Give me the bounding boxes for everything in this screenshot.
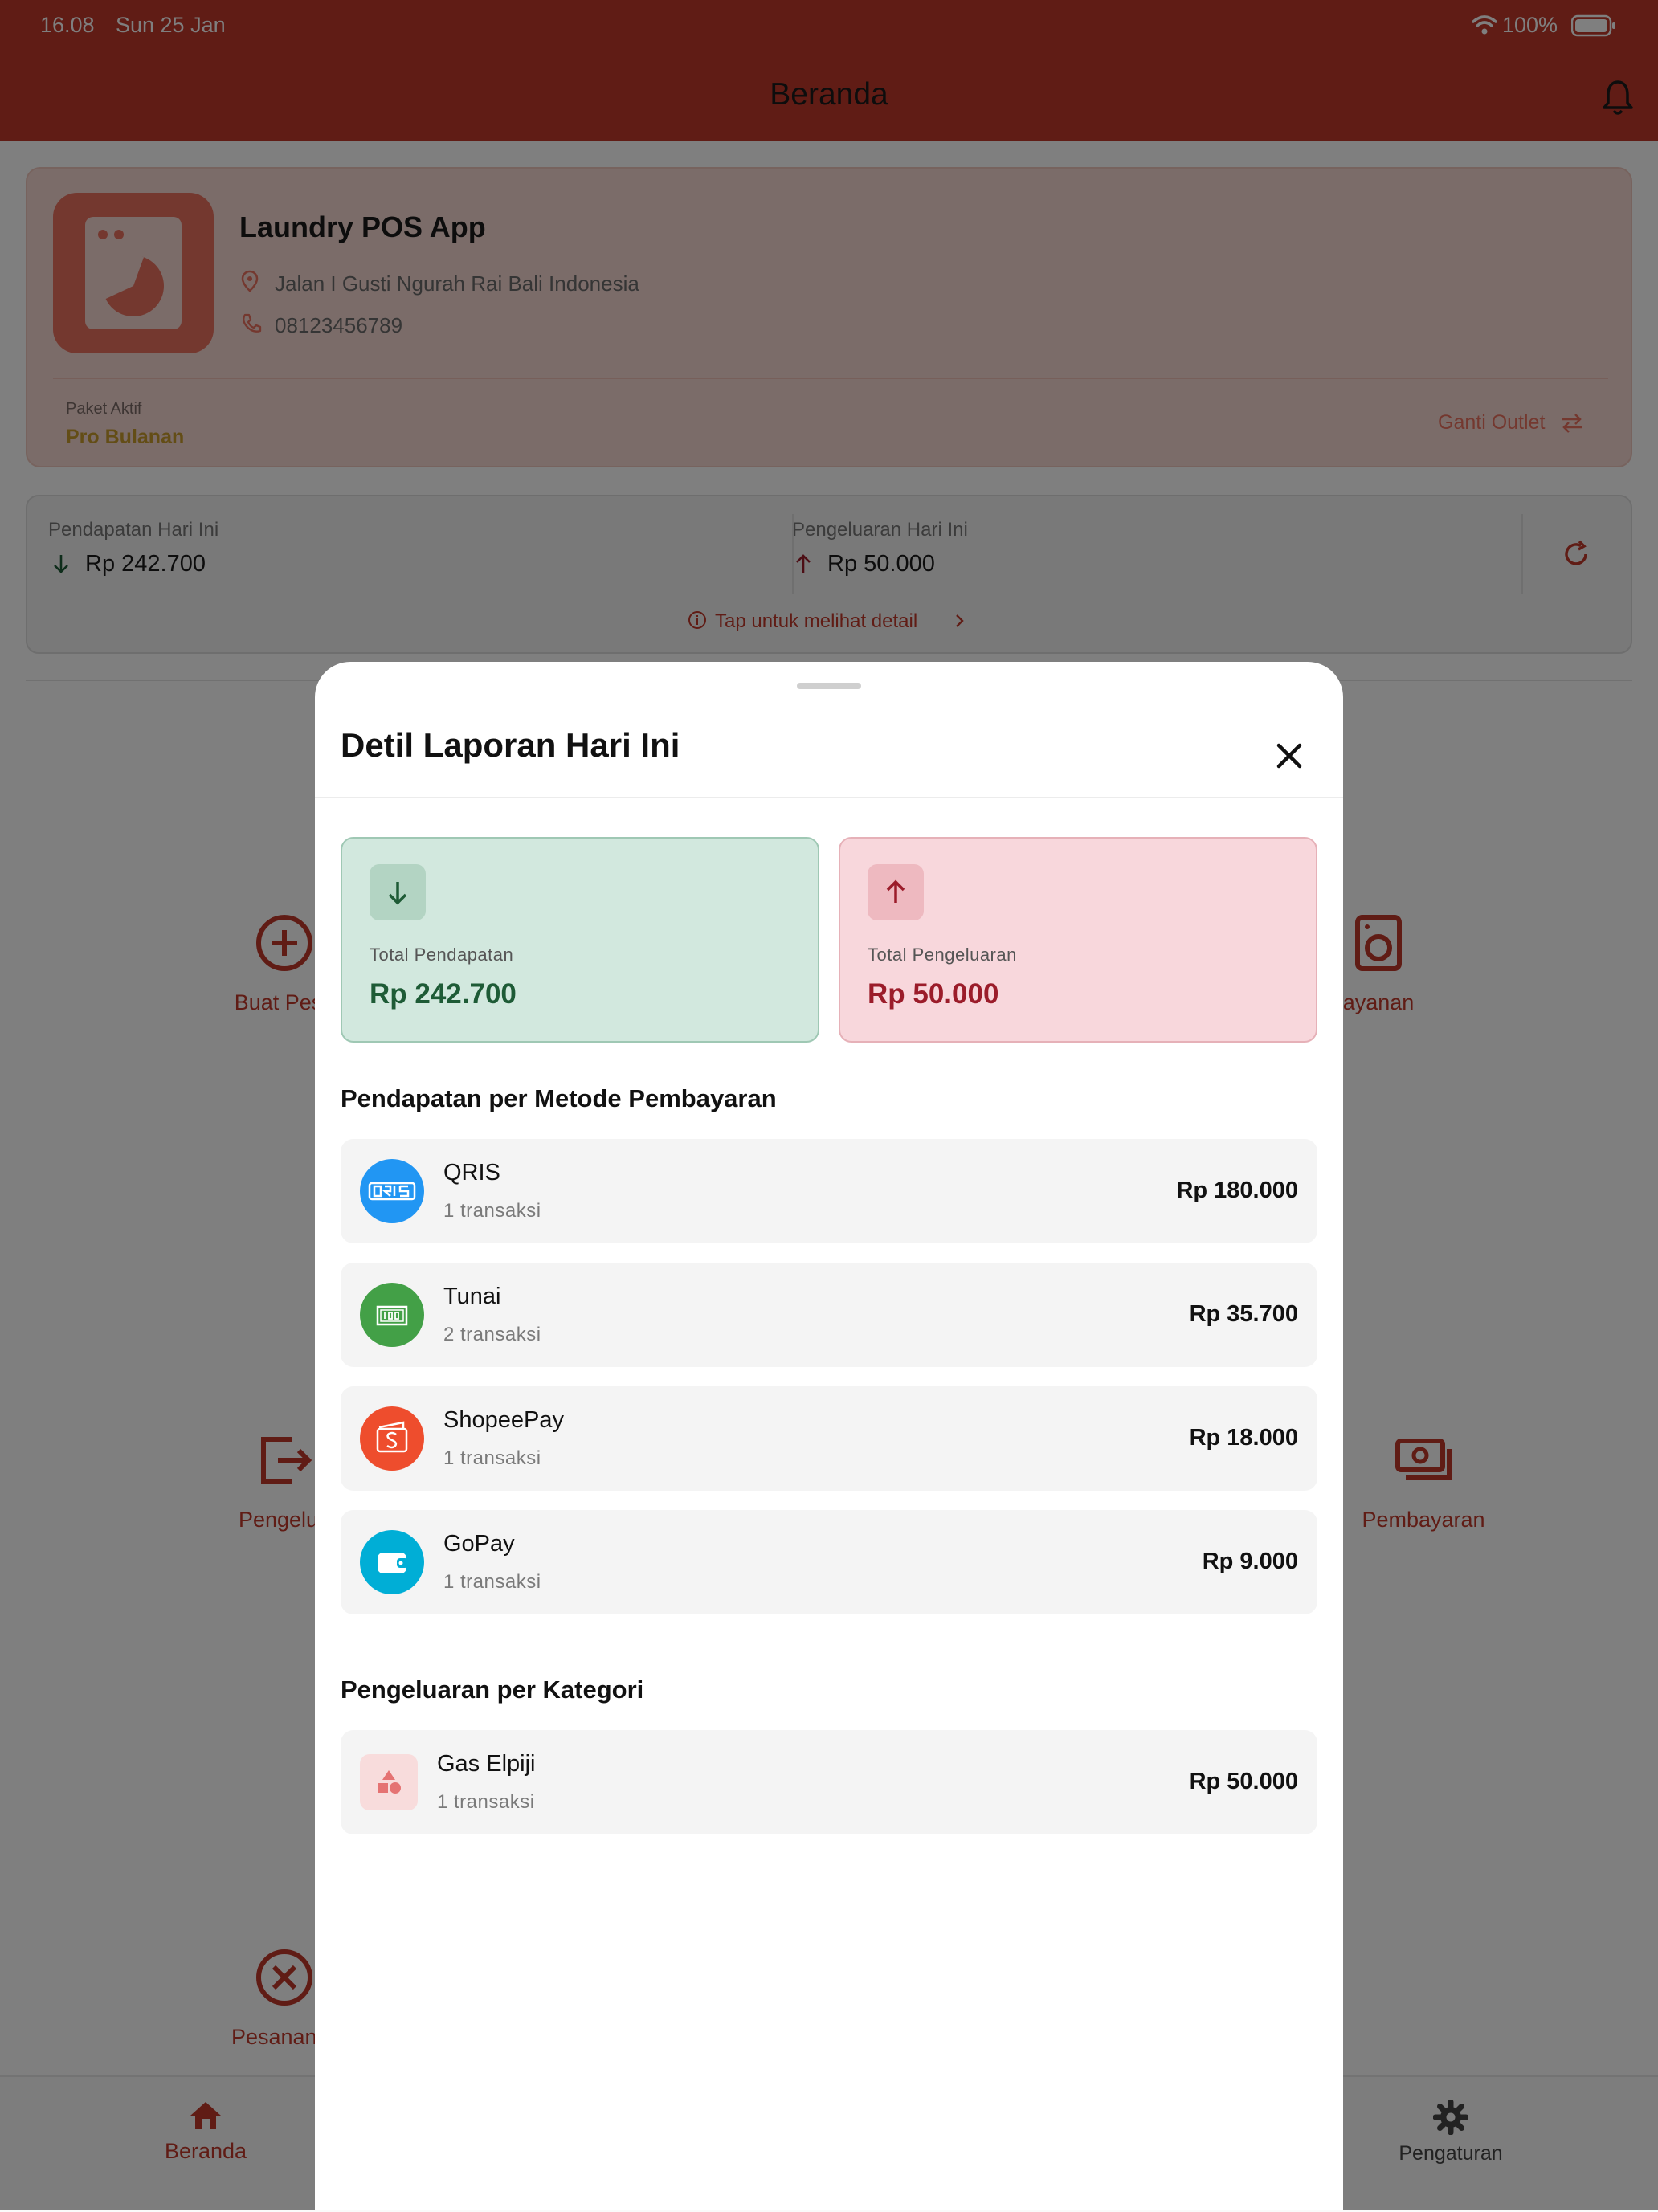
arrow-up-icon [886, 879, 905, 903]
report-detail-sheet: Detil Laporan Hari Ini Total Pendapatan … [315, 662, 1343, 2210]
payment-name: Tunai [443, 1284, 501, 1309]
payment-row-qris: QRIS 1 transaksi Rp 180.000 [341, 1139, 1317, 1243]
payment-row-cash: Tunai 2 transaksi Rp 35.700 [341, 1263, 1317, 1367]
sheet-header-divider [315, 797, 1343, 798]
sheet-drag-handle[interactable] [797, 683, 861, 689]
total-expense-card: Total Pengeluaran Rp 50.000 [839, 837, 1317, 1043]
category-count: 1 transaksi [437, 1791, 535, 1813]
payment-name: GoPay [443, 1531, 515, 1557]
cash-icon [360, 1283, 424, 1347]
shopeepay-icon [360, 1406, 424, 1471]
income-icon-box [370, 864, 426, 920]
category-amount: Rp 50.000 [1189, 1769, 1298, 1794]
payment-count: 1 transaksi [443, 1571, 541, 1593]
close-icon[interactable] [1261, 728, 1317, 784]
payment-name: ShopeePay [443, 1407, 564, 1433]
qris-icon [360, 1159, 424, 1223]
payment-section-title: Pendapatan per Metode Pembayaran [341, 1084, 777, 1112]
total-expense-value: Rp 50.000 [868, 978, 999, 1010]
category-shapes-icon [360, 1754, 418, 1810]
category-row-gas: Gas Elpiji 1 transaksi Rp 50.000 [341, 1730, 1317, 1834]
payment-count: 1 transaksi [443, 1447, 541, 1469]
total-expense-label: Total Pengeluaran [868, 945, 1017, 965]
payment-amount: Rp 35.700 [1189, 1301, 1298, 1327]
payment-amount: Rp 9.000 [1202, 1549, 1298, 1574]
sheet-title: Detil Laporan Hari Ini [341, 726, 680, 764]
payment-count: 2 transaksi [443, 1324, 541, 1345]
payment-count: 1 transaksi [443, 1200, 541, 1222]
payment-amount: Rp 180.000 [1176, 1177, 1298, 1203]
payment-row-gopay: GoPay 1 transaksi Rp 9.000 [341, 1510, 1317, 1614]
total-income-label: Total Pendapatan [370, 945, 514, 965]
category-section-title: Pengeluaran per Kategori [341, 1675, 644, 1704]
expense-icon-box [868, 864, 924, 920]
payment-name: QRIS [443, 1160, 500, 1186]
total-income-card: Total Pendapatan Rp 242.700 [341, 837, 819, 1043]
category-name: Gas Elpiji [437, 1751, 536, 1777]
payment-row-shopeepay: ShopeePay 1 transaksi Rp 18.000 [341, 1386, 1317, 1491]
total-income-value: Rp 242.700 [370, 978, 517, 1010]
gopay-icon [360, 1530, 424, 1594]
arrow-down-icon [388, 882, 407, 905]
payment-amount: Rp 18.000 [1189, 1425, 1298, 1451]
